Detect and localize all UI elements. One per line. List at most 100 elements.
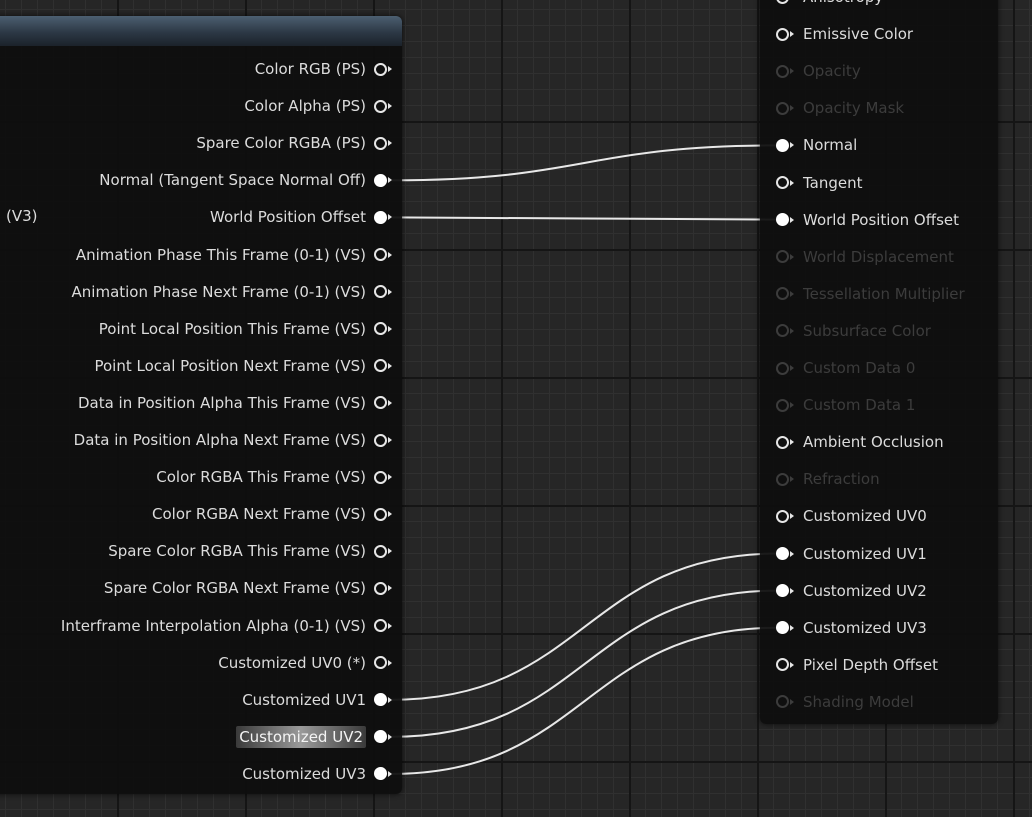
output-pin-customized-uv0[interactable]: Customized UV0 (*)	[218, 652, 402, 674]
output-pin-handle[interactable]	[374, 619, 392, 632]
input-pin-custom-data-1[interactable]: Custom Data 1	[776, 394, 915, 416]
input-pin-refraction[interactable]: Refraction	[776, 468, 880, 490]
pin-label: Interframe Interpolation Alpha (0-1) (VS…	[60, 616, 366, 635]
output-pin-handle[interactable]	[374, 359, 392, 373]
output-pin-animation-phase-this-frame-0-1-vs[interactable]: Animation Phase This Frame (0-1) (VS)	[76, 244, 402, 266]
pin-label: Opacity Mask	[803, 99, 905, 118]
output-pin-color-rgba-next-frame-vs[interactable]: Color RGBA Next Frame (VS)	[152, 503, 402, 525]
wire-customized-uv3[interactable]	[391, 626, 779, 775]
output-pin-spare-color-rgba-ps[interactable]: Spare Color RGBA (PS)	[196, 132, 402, 154]
input-pin-handle[interactable]	[776, 27, 794, 41]
input-pin-handle[interactable]	[776, 435, 794, 449]
output-pin-handle[interactable]	[374, 767, 392, 781]
input-pin-handle[interactable]	[776, 472, 794, 486]
input-pin-handle[interactable]	[776, 584, 794, 598]
output-pin-handle[interactable]	[374, 693, 392, 707]
output-pin-spare-color-rgba-this-frame-vs[interactable]: Spare Color RGBA This Frame (VS)	[108, 540, 402, 562]
output-pin-handle[interactable]	[374, 210, 392, 224]
output-pin-handle[interactable]	[374, 433, 392, 447]
output-pin-handle[interactable]	[374, 507, 392, 521]
input-pin-customized-uv2[interactable]: Customized UV2	[776, 580, 927, 602]
input-pin-handle[interactable]	[776, 250, 794, 264]
input-pin-handle[interactable]	[776, 324, 794, 338]
pin-arrow-icon	[388, 177, 392, 184]
output-pin-color-rgba-this-frame-vs[interactable]: Color RGBA This Frame (VS)	[156, 466, 402, 488]
output-pin-data-in-position-alpha-this-frame-vs[interactable]: Data in Position Alpha This Frame (VS)	[78, 392, 402, 414]
output-pin-normal-tangent-space-normal-off[interactable]: Normal (Tangent Space Normal Off)	[99, 169, 402, 191]
input-pin-handle[interactable]	[776, 138, 794, 152]
wire-normal-tangent-space-normal-off[interactable]	[391, 144, 779, 182]
input-pin-anisotropy[interactable]: Anisotropy	[776, 0, 883, 8]
input-pin-handle[interactable]	[776, 361, 794, 375]
output-pin-handle[interactable]	[374, 656, 392, 670]
output-pin-handle[interactable]	[374, 248, 392, 261]
left-node-header[interactable]	[0, 16, 402, 46]
output-pin-handle[interactable]	[374, 396, 392, 410]
input-pin-tessellation-multiplier[interactable]: Tessellation Multiplier	[776, 283, 965, 305]
input-pin-handle[interactable]	[776, 621, 794, 635]
input-pin-handle[interactable]	[776, 695, 794, 709]
input-pin-opacity[interactable]: Opacity	[776, 60, 861, 82]
input-pin-opacity-mask[interactable]: Opacity Mask	[776, 97, 904, 119]
output-pin-data-in-position-alpha-next-frame-vs[interactable]: Data in Position Alpha Next Frame (VS)	[74, 429, 402, 451]
output-pin-color-rgb-ps[interactable]: Color RGB (PS)	[255, 58, 402, 80]
input-pin-handle[interactable]	[776, 101, 794, 115]
output-pin-handle[interactable]	[374, 322, 392, 336]
input-pin-customized-uv1[interactable]: Customized UV1	[776, 543, 927, 565]
wire-customized-uv1[interactable]	[391, 552, 779, 701]
output-pin-handle[interactable]	[374, 581, 392, 595]
input-pin-subsurface-color[interactable]: Subsurface Color	[776, 320, 931, 342]
output-pin-interframe-interpolation-alpha-0-1-vs[interactable]: Interframe Interpolation Alpha (0-1) (VS…	[61, 615, 402, 637]
output-pin-handle[interactable]	[374, 285, 392, 299]
output-pin-handle[interactable]	[374, 173, 392, 187]
input-pin-ambient-occlusion[interactable]: Ambient Occlusion	[776, 431, 944, 453]
output-pin-handle[interactable]	[374, 730, 392, 744]
pin-label: Refraction	[803, 470, 880, 489]
input-pin-pixel-depth-offset[interactable]: Pixel Depth Offset	[776, 654, 938, 676]
output-pin-handle[interactable]	[374, 99, 392, 113]
input-pin-handle[interactable]	[776, 0, 794, 4]
output-pin-handle[interactable]	[374, 470, 392, 484]
pin-circle-icon	[374, 396, 387, 410]
left-node[interactable]: Color RGB (PS) Color Alpha (PS) Spare Colo…	[0, 16, 402, 794]
input-pin-tangent[interactable]: Tangent	[776, 172, 863, 194]
pin-arrow-icon	[388, 474, 392, 481]
input-pin-handle[interactable]	[776, 213, 794, 227]
input-pin-normal[interactable]: Normal	[776, 134, 857, 156]
output-pin-customized-uv2[interactable]: Customized UV2	[236, 725, 402, 748]
input-pin-customized-uv3[interactable]: Customized UV3	[776, 617, 927, 639]
output-pin-spare-color-rgba-next-frame-vs[interactable]: Spare Color RGBA Next Frame (VS)	[104, 577, 402, 599]
input-pin-shading-model[interactable]: Shading Model	[776, 691, 914, 713]
output-pin-animation-phase-next-frame-0-1-vs[interactable]: Animation Phase Next Frame (0-1) (VS)	[72, 281, 402, 303]
pin-circle-icon	[776, 509, 789, 523]
wire-world-position-offset[interactable]	[391, 216, 779, 221]
pin-circle-icon	[374, 285, 387, 299]
pin-circle-icon	[776, 398, 789, 412]
output-pin-handle[interactable]	[374, 62, 392, 76]
output-pin-point-local-position-next-frame-vs[interactable]: Point Local Position Next Frame (VS)	[94, 355, 402, 377]
input-pin-world-displacement[interactable]: World Displacement	[776, 246, 954, 268]
output-pin-handle[interactable]	[374, 136, 392, 150]
input-pin-handle[interactable]	[776, 658, 794, 672]
input-pin-handle[interactable]	[776, 176, 794, 189]
output-pin-color-alpha-ps[interactable]: Color Alpha (PS)	[244, 95, 402, 117]
output-pin-customized-uv1[interactable]: Customized UV1	[242, 689, 402, 711]
input-pin-handle[interactable]	[776, 64, 794, 78]
input-pin-emissive-color[interactable]: Emissive Color	[776, 23, 913, 45]
wire-customized-uv2[interactable]	[391, 589, 779, 738]
output-pin-point-local-position-this-frame-vs[interactable]: Point Local Position This Frame (VS)	[99, 318, 402, 340]
output-pin-customized-uv3[interactable]: Customized UV3	[242, 763, 402, 785]
pin-label: Point Local Position This Frame (VS)	[98, 319, 366, 338]
pin-arrow-icon	[790, 698, 794, 705]
material-output-node[interactable]: Anisotropy Emissive Color Opacity Opacity M…	[760, 0, 998, 724]
input-pin-customized-uv0[interactable]: Customized UV0	[776, 505, 927, 527]
input-pin-handle[interactable]	[776, 509, 794, 523]
input-pin-handle[interactable]	[776, 287, 794, 301]
pin-label: Normal (Tangent Space Normal Off)	[99, 171, 366, 190]
output-pin-handle[interactable]	[374, 544, 392, 558]
input-pin-world-position-offset[interactable]: World Position Offset	[776, 209, 959, 231]
input-pin-custom-data-0[interactable]: Custom Data 0	[776, 357, 915, 379]
input-pin-handle[interactable]	[776, 547, 794, 560]
input-pin-handle[interactable]	[776, 398, 794, 412]
output-pin-world-position-offset[interactable]: World Position Offset	[210, 206, 402, 228]
